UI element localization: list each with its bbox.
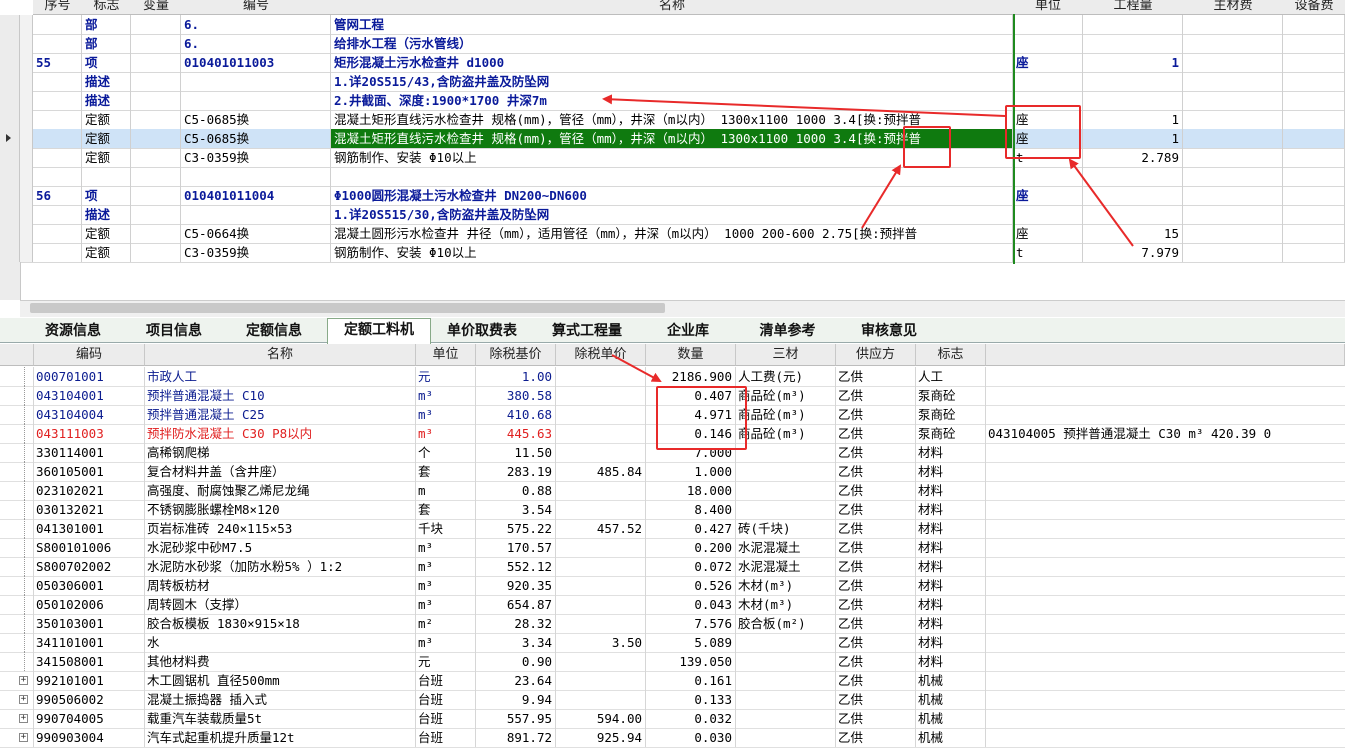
annotation-arrows	[602, 94, 1134, 382]
